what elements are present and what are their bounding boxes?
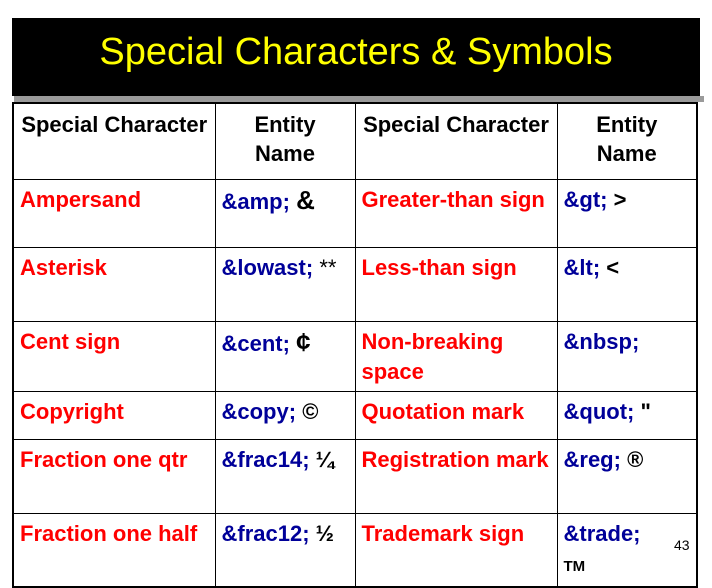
character-name: Fraction one qtr bbox=[12, 438, 216, 514]
symbol-glyph: ® bbox=[627, 446, 644, 472]
entity-cell: &nbsp; bbox=[556, 320, 698, 392]
table-row: Copyright &copy; © Quotation mark &quot;… bbox=[12, 390, 698, 440]
symbol-glyph: ½ bbox=[315, 520, 335, 546]
entity-name: &frac14; bbox=[221, 446, 310, 472]
entity-name: &copy; bbox=[221, 398, 297, 424]
entity-name: &lowast; bbox=[221, 254, 314, 280]
symbol-glyph: > bbox=[613, 186, 627, 212]
entity-cell: &lt; < bbox=[556, 246, 698, 322]
entity-name: &amp; bbox=[221, 188, 290, 214]
table-row: Ampersand &amp; & Greater-than sign &gt;… bbox=[12, 178, 698, 248]
character-name: Greater-than sign bbox=[354, 178, 558, 248]
header-special-character-1: Special Character bbox=[12, 102, 216, 180]
entity-cell: &frac14; ¼ bbox=[214, 438, 356, 514]
header-row: Special Character Entity Name Special Ch… bbox=[12, 102, 698, 180]
entity-name: &quot; bbox=[563, 398, 635, 424]
symbol-glyph: ¢ bbox=[296, 326, 311, 357]
entity-name: &frac12; bbox=[221, 520, 310, 546]
symbol-glyph: " bbox=[640, 398, 651, 424]
symbol-glyph: & bbox=[296, 184, 315, 215]
entity-name: &gt; bbox=[563, 186, 608, 212]
slide-title: Special Characters & Symbols bbox=[99, 31, 613, 73]
entity-name: &trade; bbox=[563, 520, 641, 546]
entity-cell: &copy; © bbox=[214, 390, 356, 440]
character-name: Asterisk bbox=[12, 246, 216, 322]
entity-cell: &frac12; ½ bbox=[214, 512, 356, 588]
trademark-symbol: TM bbox=[563, 557, 586, 575]
character-name: Quotation mark bbox=[354, 390, 558, 440]
entity-name: &nbsp; bbox=[563, 328, 640, 354]
table-row: Fraction one half &frac12; ½ Trademark s… bbox=[12, 512, 698, 588]
header-entity-name-2: Entity Name bbox=[556, 102, 698, 180]
entity-name: &reg; bbox=[563, 446, 621, 472]
entity-cell: &gt; > bbox=[556, 178, 698, 248]
character-name: Less-than sign bbox=[354, 246, 558, 322]
entity-table: Special Character Entity Name Special Ch… bbox=[12, 102, 698, 588]
table-row: Cent sign &cent; ¢ Non-breaking space &n… bbox=[12, 320, 698, 392]
character-name: Fraction one half bbox=[12, 512, 216, 588]
entity-cell: &quot; " bbox=[556, 390, 698, 440]
symbol-glyph: < bbox=[606, 254, 620, 280]
character-name: Non-breaking space bbox=[354, 320, 558, 392]
symbol-glyph: ** bbox=[319, 254, 337, 280]
table-row: Asterisk &lowast; ** Less-than sign &lt;… bbox=[12, 246, 698, 322]
character-name: Cent sign bbox=[12, 320, 216, 392]
character-name: Registration mark bbox=[354, 438, 558, 514]
entity-name: &cent; bbox=[221, 330, 290, 356]
entity-cell: &cent; ¢ bbox=[214, 320, 356, 392]
character-name: Copyright bbox=[12, 390, 216, 440]
entity-cell: &amp; & bbox=[214, 178, 356, 248]
character-name: Trademark sign bbox=[354, 512, 558, 588]
header-special-character-2: Special Character bbox=[354, 102, 558, 180]
character-name: Ampersand bbox=[12, 178, 216, 248]
table-row: Fraction one qtr &frac14; ¼ Registration… bbox=[12, 438, 698, 514]
symbol-glyph: ¼ bbox=[315, 446, 335, 472]
entity-cell: &lowast; ** bbox=[214, 246, 356, 322]
title-bar: Special Characters & Symbols bbox=[12, 18, 700, 96]
header-entity-name-1: Entity Name bbox=[214, 102, 356, 180]
symbol-glyph: © bbox=[302, 398, 319, 424]
entity-cell: &reg; ® bbox=[556, 438, 698, 514]
page-number: 43 bbox=[674, 537, 690, 553]
entity-name: &lt; bbox=[563, 254, 601, 280]
